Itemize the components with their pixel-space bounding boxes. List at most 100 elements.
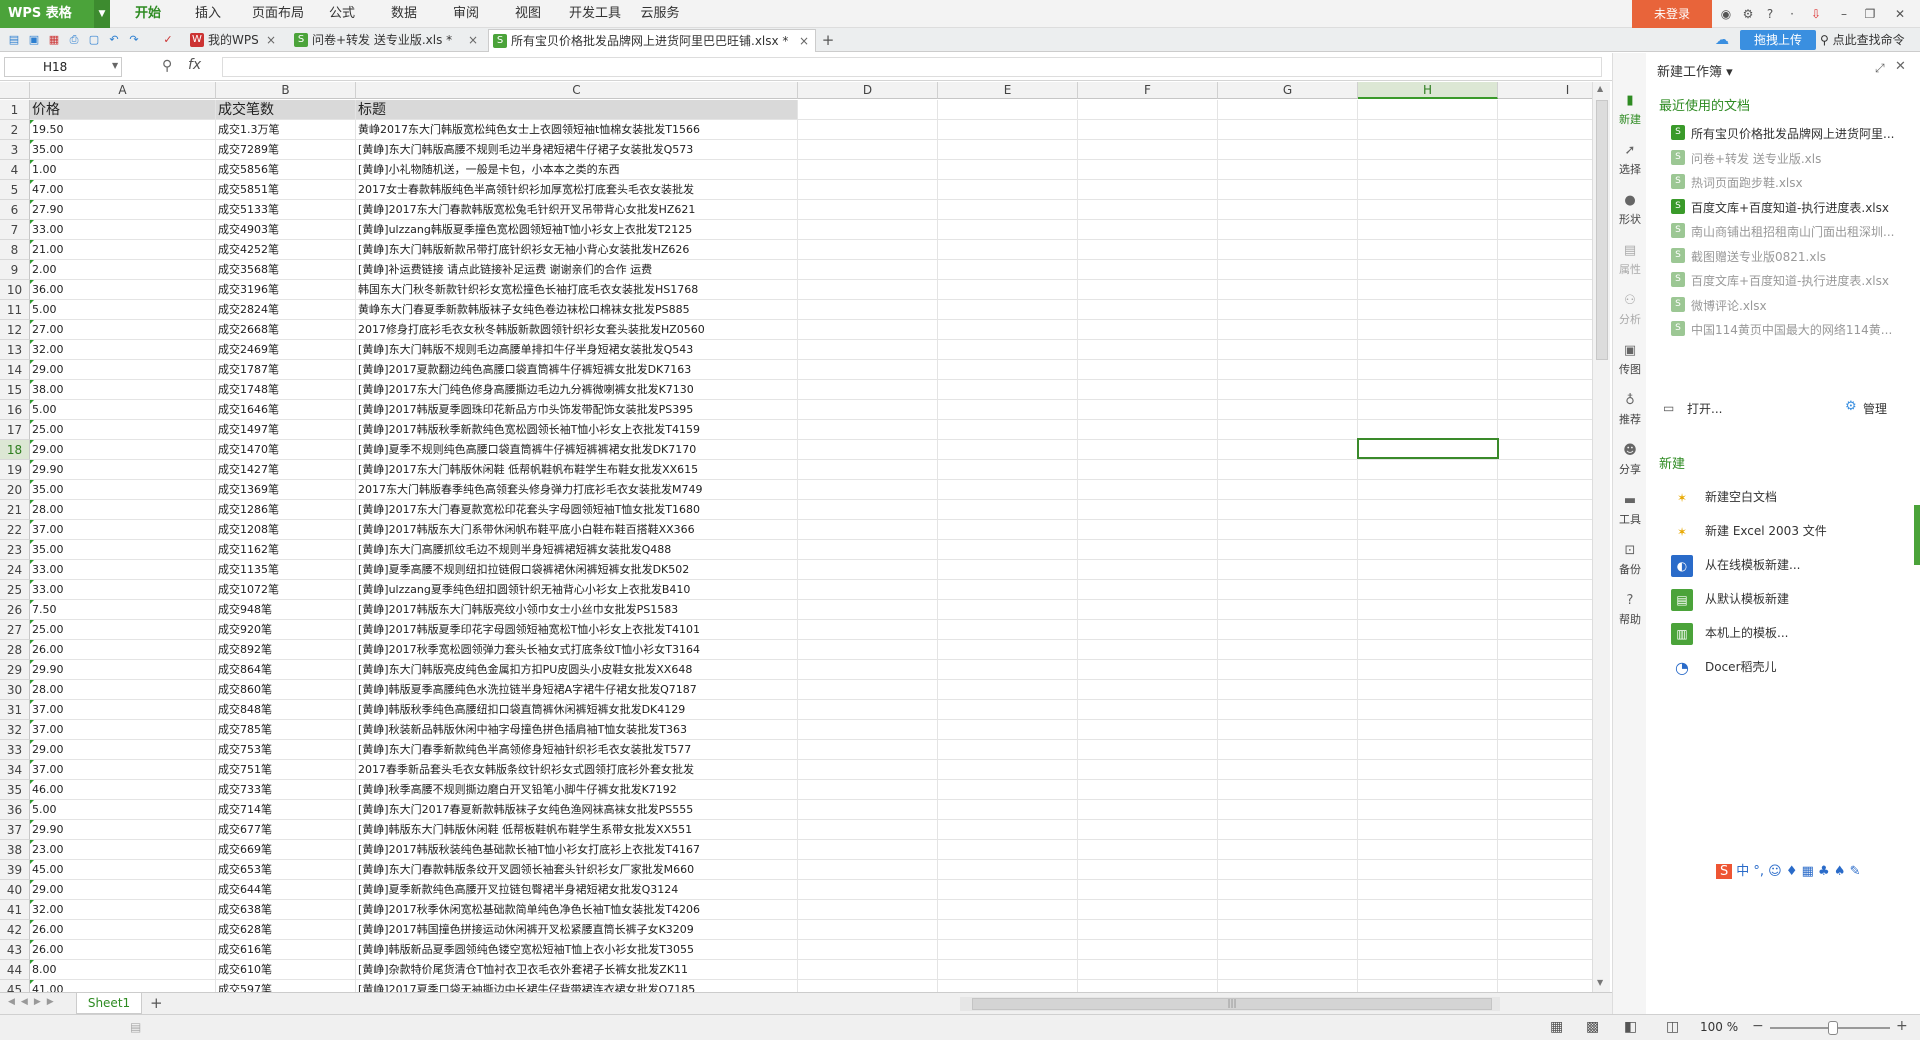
data-cell[interactable] xyxy=(1218,600,1358,620)
new-excel-2003[interactable]: ✶ 新建 Excel 2003 文件 xyxy=(1671,519,1827,543)
row-header[interactable]: 41 xyxy=(0,900,30,920)
side-backup-button[interactable]: ⊡ 备份 xyxy=(1613,543,1647,577)
data-cell[interactable] xyxy=(798,980,938,992)
data-cell[interactable]: 成交1748笔 xyxy=(216,380,356,400)
data-cell[interactable]: 5.00 xyxy=(30,800,216,820)
data-cell[interactable] xyxy=(938,580,1078,600)
data-cell[interactable] xyxy=(1218,900,1358,920)
row-header[interactable]: 28 xyxy=(0,640,30,660)
row-header[interactable]: 35 xyxy=(0,780,30,800)
data-cell[interactable] xyxy=(1498,160,1592,180)
data-cell[interactable] xyxy=(798,460,938,480)
data-cell[interactable] xyxy=(938,220,1078,240)
data-cell[interactable]: 2.00 xyxy=(30,260,216,280)
data-cell[interactable] xyxy=(798,140,938,160)
menu-data[interactable]: 数据 xyxy=(386,0,422,28)
data-cell[interactable] xyxy=(1358,860,1498,880)
data-cell[interactable] xyxy=(1358,420,1498,440)
row-header[interactable]: 44 xyxy=(0,960,30,980)
data-cell[interactable] xyxy=(798,600,938,620)
page-break-view-icon[interactable]: ▩ xyxy=(1586,1019,1599,1035)
data-cell[interactable]: [黄峥]2017秋季宽松圆领弹力套头长袖女式打底条纹T恤小衫女T3164 xyxy=(356,640,798,660)
eye-protect-icon[interactable]: ◫ xyxy=(1666,1019,1679,1035)
data-cell[interactable]: [黄峥]东大门韩版不规则毛边高腰单排扣牛仔半身短裙女装批发Q543 xyxy=(356,340,798,360)
data-cell[interactable] xyxy=(798,780,938,800)
data-cell[interactable]: 7.50 xyxy=(30,600,216,620)
data-cell[interactable] xyxy=(798,560,938,580)
side-upload-image-button[interactable]: ▣ 传图 xyxy=(1613,343,1647,377)
recent-doc-item[interactable]: S 百度文库+百度知道-执行进度表.xlsx xyxy=(1671,198,1889,216)
data-cell[interactable]: 成交638笔 xyxy=(216,900,356,920)
data-cell[interactable] xyxy=(1498,680,1592,700)
column-header-a[interactable]: A xyxy=(30,82,216,99)
row-header[interactable]: 23 xyxy=(0,540,30,560)
data-cell[interactable] xyxy=(938,960,1078,980)
data-cell[interactable] xyxy=(938,780,1078,800)
data-cell[interactable] xyxy=(1498,620,1592,640)
data-cell[interactable] xyxy=(1078,840,1218,860)
data-cell[interactable] xyxy=(1218,860,1358,880)
data-cell[interactable]: 5.00 xyxy=(30,300,216,320)
data-cell[interactable] xyxy=(1078,180,1218,200)
data-cell[interactable]: [黄峥]东大门高腰抓纹毛边不规则半身短裤裙短裤女装批发Q488 xyxy=(356,540,798,560)
data-cell[interactable] xyxy=(938,200,1078,220)
data-cell[interactable]: 26.00 xyxy=(30,640,216,660)
data-cell[interactable]: [黄峥]ulzzang夏季纯色纽扣圆领针织无袖背心小衫女上衣批发B410 xyxy=(356,580,798,600)
data-cell[interactable]: 成交948笔 xyxy=(216,600,356,620)
data-cell[interactable] xyxy=(1078,820,1218,840)
side-tools-button[interactable]: ▬ 工具 xyxy=(1613,493,1647,527)
column-header-f[interactable]: F xyxy=(1078,82,1218,99)
data-cell[interactable] xyxy=(798,280,938,300)
recent-doc-item[interactable]: S 所有宝贝价格批发品牌网上进货阿里... xyxy=(1671,125,1894,142)
drag-upload-button[interactable]: 拖拽上传 xyxy=(1740,30,1816,50)
row-header[interactable]: 3 xyxy=(0,140,30,160)
data-cell[interactable]: 37.00 xyxy=(30,760,216,780)
new-from-online-template[interactable]: ◐ 从在线模板新建... xyxy=(1671,553,1800,577)
data-cell[interactable] xyxy=(798,800,938,820)
row-header[interactable]: 33 xyxy=(0,740,30,760)
row-header[interactable]: 42 xyxy=(0,920,30,940)
data-cell[interactable] xyxy=(1498,660,1592,680)
data-cell[interactable] xyxy=(1498,140,1592,160)
data-cell[interactable] xyxy=(1078,340,1218,360)
data-cell[interactable] xyxy=(938,140,1078,160)
recent-doc-item[interactable]: S 截图赠送专业版0821.xls xyxy=(1671,247,1826,265)
side-shape-button[interactable]: ● 形状 xyxy=(1613,193,1647,227)
data-cell[interactable] xyxy=(798,180,938,200)
row-header[interactable]: 21 xyxy=(0,500,30,520)
data-cell[interactable] xyxy=(798,840,938,860)
row-header[interactable]: 9 xyxy=(0,260,30,280)
data-cell[interactable]: 成交1427笔 xyxy=(216,460,356,480)
data-cell[interactable]: 成交3568笔 xyxy=(216,260,356,280)
data-cell[interactable]: [黄峥]小礼物随机送，一般是卡包，小本本之类的东西 xyxy=(356,160,798,180)
row-header[interactable]: 1 xyxy=(0,100,30,120)
sheet-tab-sheet1[interactable]: Sheet1 xyxy=(76,993,142,1014)
data-cell[interactable]: 成交597笔 xyxy=(216,980,356,992)
data-cell[interactable] xyxy=(798,880,938,900)
data-cell[interactable] xyxy=(1358,900,1498,920)
menu-developer[interactable]: 开发工具 xyxy=(564,0,626,28)
data-cell[interactable] xyxy=(1078,560,1218,580)
undo-icon[interactable]: ↶ xyxy=(106,32,122,48)
recent-doc-item[interactable]: S 微博评论.xlsx xyxy=(1671,296,1767,314)
side-new-button[interactable]: ▮ 新建 xyxy=(1613,93,1647,127)
row-header[interactable]: 29 xyxy=(0,660,30,680)
data-cell[interactable] xyxy=(1078,540,1218,560)
scroll-down-icon[interactable]: ▼ xyxy=(1597,978,1603,987)
input-method-bar[interactable]: S中 °, ☺ ♦ ▦ ♣ ♠ ✎ xyxy=(1712,860,1920,884)
data-cell[interactable] xyxy=(798,960,938,980)
data-cell[interactable]: 37.00 xyxy=(30,720,216,740)
data-cell[interactable] xyxy=(1358,640,1498,660)
data-cell[interactable]: 成交616笔 xyxy=(216,940,356,960)
data-cell[interactable] xyxy=(1218,820,1358,840)
row-header[interactable]: 40 xyxy=(0,880,30,900)
data-cell[interactable] xyxy=(938,640,1078,660)
print-icon[interactable]: ⎙ xyxy=(66,32,82,48)
data-cell[interactable] xyxy=(798,820,938,840)
data-cell[interactable] xyxy=(1358,200,1498,220)
data-cell[interactable] xyxy=(1078,980,1218,992)
data-cell[interactable]: 1.00 xyxy=(30,160,216,180)
data-cell[interactable]: 成交1369笔 xyxy=(216,480,356,500)
data-cell[interactable] xyxy=(938,540,1078,560)
row-header[interactable]: 15 xyxy=(0,380,30,400)
